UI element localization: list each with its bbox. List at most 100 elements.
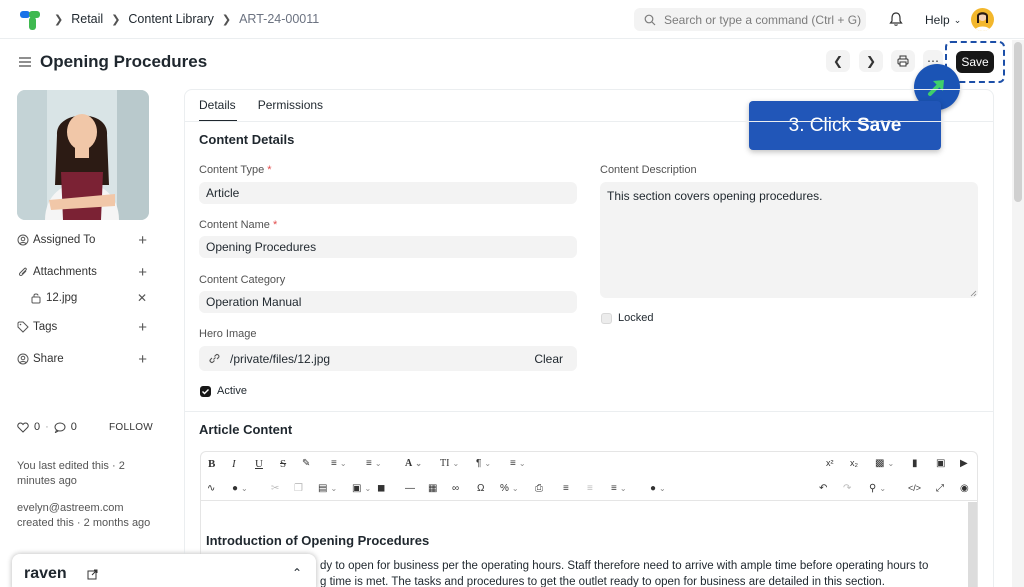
fullscreen-icon[interactable]: ⤢ [936, 483, 944, 494]
highlight-color-icon[interactable]: ● ⌄ [650, 483, 666, 494]
underline-icon[interactable]: U [255, 458, 263, 470]
tab-permissions[interactable]: Permissions [258, 98, 323, 112]
font-color-icon[interactable]: A ⌄ [405, 458, 422, 469]
select-all-icon[interactable]: ▣ ⌄ [352, 483, 371, 494]
undo-icon[interactable]: ↶ [819, 483, 827, 494]
preview-eye-icon[interactable]: ◉ [960, 483, 969, 494]
clear-format-eraser-icon[interactable]: ✎ [302, 458, 310, 469]
add-tag-plus-icon[interactable]: + [138, 319, 147, 336]
tags-label: Tags [33, 321, 58, 333]
format-painter-icon[interactable]: ◼ [377, 483, 385, 494]
paragraph-icon[interactable]: ¶ ⌄ [476, 458, 491, 469]
user-avatar[interactable] [971, 8, 994, 31]
attachments-row[interactable]: Attachments + [17, 264, 147, 281]
numbered-list-icon[interactable]: ≡ ⌄ [366, 458, 382, 469]
next-record-button[interactable]: ❯ [859, 50, 883, 72]
print-button[interactable] [891, 50, 915, 72]
remove-attachment-close-icon[interactable]: ✕ [137, 291, 147, 305]
align-block-icon[interactable]: ≡ ⌄ [510, 458, 526, 469]
storage-icon[interactable]: ▩ ⌄ [875, 458, 894, 469]
redo-icon[interactable]: ↷ [843, 483, 851, 494]
article-paragraph-line-1: dy to open for business per the operatin… [320, 560, 929, 572]
share-row[interactable]: Share + [17, 351, 147, 368]
breadcrumb-current[interactable]: ART-24-00011 [239, 12, 319, 26]
creator-email[interactable]: evelyn@astreem.com [17, 501, 157, 516]
notification-bell-icon[interactable] [888, 11, 904, 27]
print-editor-icon[interactable]: ⎙ [535, 483, 543, 494]
add-assignee-plus-icon[interactable]: + [138, 232, 147, 249]
page-scrollbar-thumb[interactable] [1014, 42, 1022, 202]
raven-chat-bar-overlay[interactable]: raven ⌃ [12, 554, 316, 587]
content-category-field[interactable]: Operation Manual [199, 291, 577, 313]
resize-handle-icon[interactable] [970, 290, 977, 297]
link-insert-icon[interactable]: ∞ [452, 483, 459, 494]
hero-image-path[interactable]: /private/files/12.jpg [230, 352, 330, 366]
follow-button[interactable]: FOLLOW [109, 422, 153, 433]
content-type-field[interactable]: Article [199, 182, 577, 204]
article-heading: Introduction of Opening Procedures [206, 533, 430, 548]
italic-icon[interactable]: I [232, 458, 236, 470]
chevron-up-icon[interactable]: ⌃ [292, 566, 302, 580]
assigned-to-row[interactable]: Assigned To + [17, 232, 147, 249]
bullet-list-icon[interactable]: ≡ ⌄ [331, 458, 347, 469]
paste-icon[interactable]: ▤ ⌄ [318, 483, 337, 494]
heart-icon[interactable] [17, 421, 29, 433]
comment-count: 0 [70, 421, 77, 433]
tab-details[interactable]: Details [199, 98, 236, 112]
assigned-to-label: Assigned To [33, 234, 96, 246]
hamburger-menu-icon[interactable] [18, 55, 32, 69]
horizontal-rule-icon[interactable]: — [405, 483, 415, 494]
subscript-icon[interactable]: x₂ [850, 458, 858, 468]
content-image[interactable] [17, 90, 149, 220]
text-direction-icon[interactable]: ∿ [207, 483, 215, 494]
clear-hero-image-button[interactable]: Clear [534, 352, 563, 366]
content-name-field[interactable]: Opening Procedures [199, 236, 577, 258]
attachment-filename[interactable]: 12.jpg [46, 292, 77, 304]
search-icon [644, 14, 656, 25]
image-icon[interactable]: ▣ [936, 458, 945, 469]
copy-icon[interactable]: ❐ [294, 483, 303, 494]
microphone-icon[interactable]: ● ⌄ [232, 483, 248, 494]
locked-checkbox[interactable] [601, 313, 612, 324]
superscript-icon[interactable]: x² [826, 458, 834, 468]
attachments-label: Attachments [33, 266, 97, 278]
editor-scrollbar[interactable] [968, 502, 977, 587]
find-replace-icon[interactable]: ⚲ ⌄ [869, 483, 886, 494]
breadcrumb-content-library[interactable]: Content Library [128, 12, 213, 26]
breadcrumb: ❯ Retail ❯ Content Library ❯ ART-24-0001… [54, 12, 319, 26]
source-code-icon[interactable]: </> [908, 483, 921, 493]
special-character-icon[interactable]: Ω [477, 483, 484, 494]
content-description-field[interactable]: This section covers opening procedures. [600, 182, 978, 298]
table-icon[interactable]: ▦ [428, 483, 437, 494]
video-icon[interactable]: ▶ [960, 458, 968, 469]
active-checkbox[interactable] [200, 386, 211, 397]
hero-image-field[interactable]: /private/files/12.jpg Clear [199, 346, 577, 371]
attachment-item[interactable]: 12.jpg ✕ [30, 291, 147, 305]
engagement-counts: 0 · 0 [17, 421, 77, 433]
chevron-right-icon: ❯ [221, 13, 232, 26]
tags-row[interactable]: Tags + [17, 319, 147, 336]
add-attachment-plus-icon[interactable]: + [138, 264, 147, 281]
external-link-icon[interactable] [87, 569, 98, 580]
add-share-plus-icon[interactable]: + [138, 351, 147, 368]
text-size-icon[interactable]: TI ⌄ [440, 458, 459, 469]
app-logo-icon[interactable] [18, 8, 42, 32]
required-mark: * [273, 219, 278, 231]
help-menu[interactable]: Help ⌄ [925, 13, 961, 27]
file-icon[interactable]: ▮ [912, 458, 918, 469]
content-type-label: Content Type * [199, 164, 272, 176]
content-category-label: Content Category [199, 274, 286, 286]
bold-icon[interactable]: B [208, 458, 215, 470]
lock-open-icon [31, 293, 41, 304]
cut-icon[interactable]: ✂ [271, 483, 279, 494]
outdent-icon[interactable]: ≡ [587, 483, 593, 494]
page-title: Opening Procedures [40, 52, 208, 71]
strikethrough-icon[interactable]: S [280, 458, 286, 470]
align-icon[interactable]: ≡ ⌄ [611, 483, 627, 494]
search-input[interactable]: Search or type a command (Ctrl + G) [634, 8, 866, 31]
previous-record-button[interactable]: ❮ [826, 50, 850, 72]
breadcrumb-retail[interactable]: Retail [71, 12, 103, 26]
indent-icon[interactable]: ≡ [563, 483, 569, 494]
comment-icon[interactable] [54, 422, 66, 433]
emoji-icon[interactable]: % ⌄ [500, 483, 519, 494]
